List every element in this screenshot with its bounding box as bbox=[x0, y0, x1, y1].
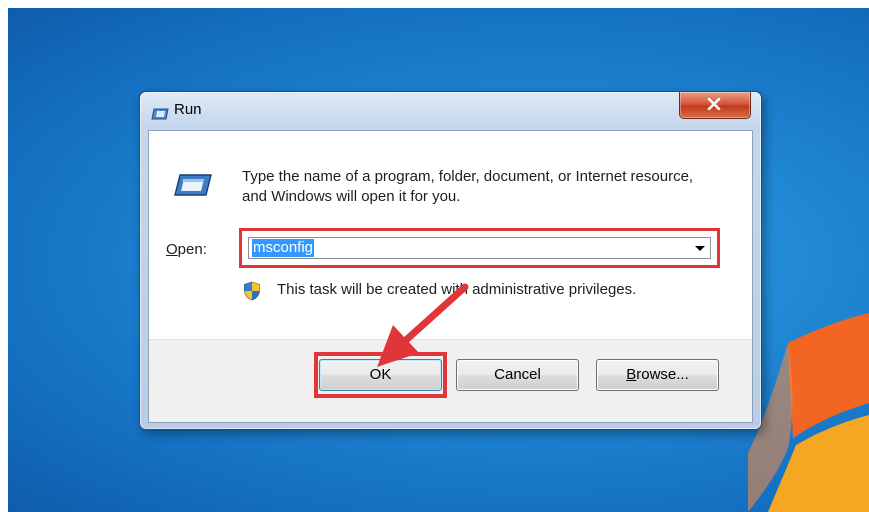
run-dialog: Run Type the name of a program, folder, … bbox=[139, 91, 762, 430]
open-input[interactable]: msconfig bbox=[252, 239, 315, 257]
title-bar[interactable]: Run bbox=[140, 92, 761, 130]
run-icon bbox=[174, 174, 212, 196]
dialog-description: Type the name of a program, folder, docu… bbox=[242, 168, 694, 205]
window-title: Run bbox=[174, 101, 202, 118]
open-label-text: pen: bbox=[177, 241, 207, 258]
annotation-arrow bbox=[377, 283, 469, 367]
browse-label: rowse... bbox=[636, 366, 689, 383]
chevron-down-icon[interactable] bbox=[695, 246, 705, 251]
run-icon bbox=[151, 108, 169, 120]
open-label-mnemonic: O bbox=[166, 241, 178, 258]
uac-shield-icon bbox=[244, 281, 260, 301]
browse-button[interactable]: Browse... bbox=[596, 359, 719, 391]
browse-mnemonic: B bbox=[626, 366, 637, 383]
close-button[interactable] bbox=[679, 92, 751, 119]
close-icon bbox=[707, 98, 721, 110]
cancel-button[interactable]: Cancel bbox=[456, 359, 579, 391]
open-label: Open: bbox=[166, 241, 207, 258]
dialog-body: Type the name of a program, folder, docu… bbox=[148, 130, 753, 423]
windows-logo-flag bbox=[748, 313, 869, 512]
open-combobox[interactable]: msconfig bbox=[248, 237, 711, 259]
